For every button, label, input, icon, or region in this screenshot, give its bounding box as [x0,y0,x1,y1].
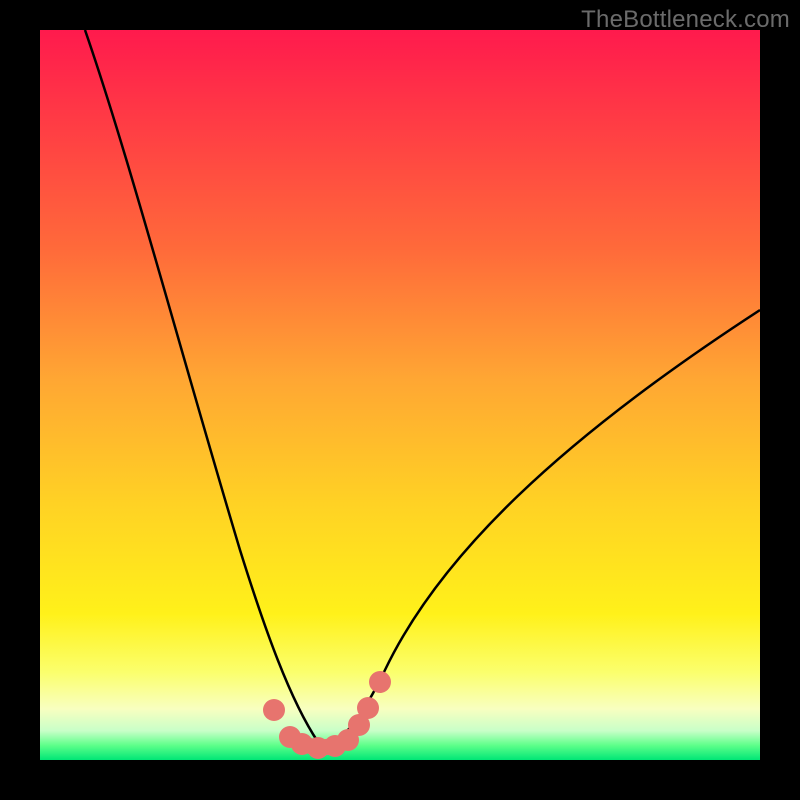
bottleneck-curve [85,30,760,743]
marker-point [369,671,391,693]
highlighted-points [263,671,391,759]
marker-point [279,726,301,748]
highlight-connector [290,737,348,748]
marker-point [348,714,370,736]
curve-right [318,310,760,743]
curve-left [85,30,318,742]
marker-point [307,737,329,759]
marker-point [337,729,359,751]
marker-point [324,735,346,757]
marker-point [263,699,285,721]
chart-frame: TheBottleneck.com [0,0,800,800]
watermark-text: TheBottleneck.com [581,6,790,34]
marker-point [357,697,379,719]
plot-area [40,30,760,760]
marker-point [291,733,313,755]
curve-layer [40,30,760,760]
